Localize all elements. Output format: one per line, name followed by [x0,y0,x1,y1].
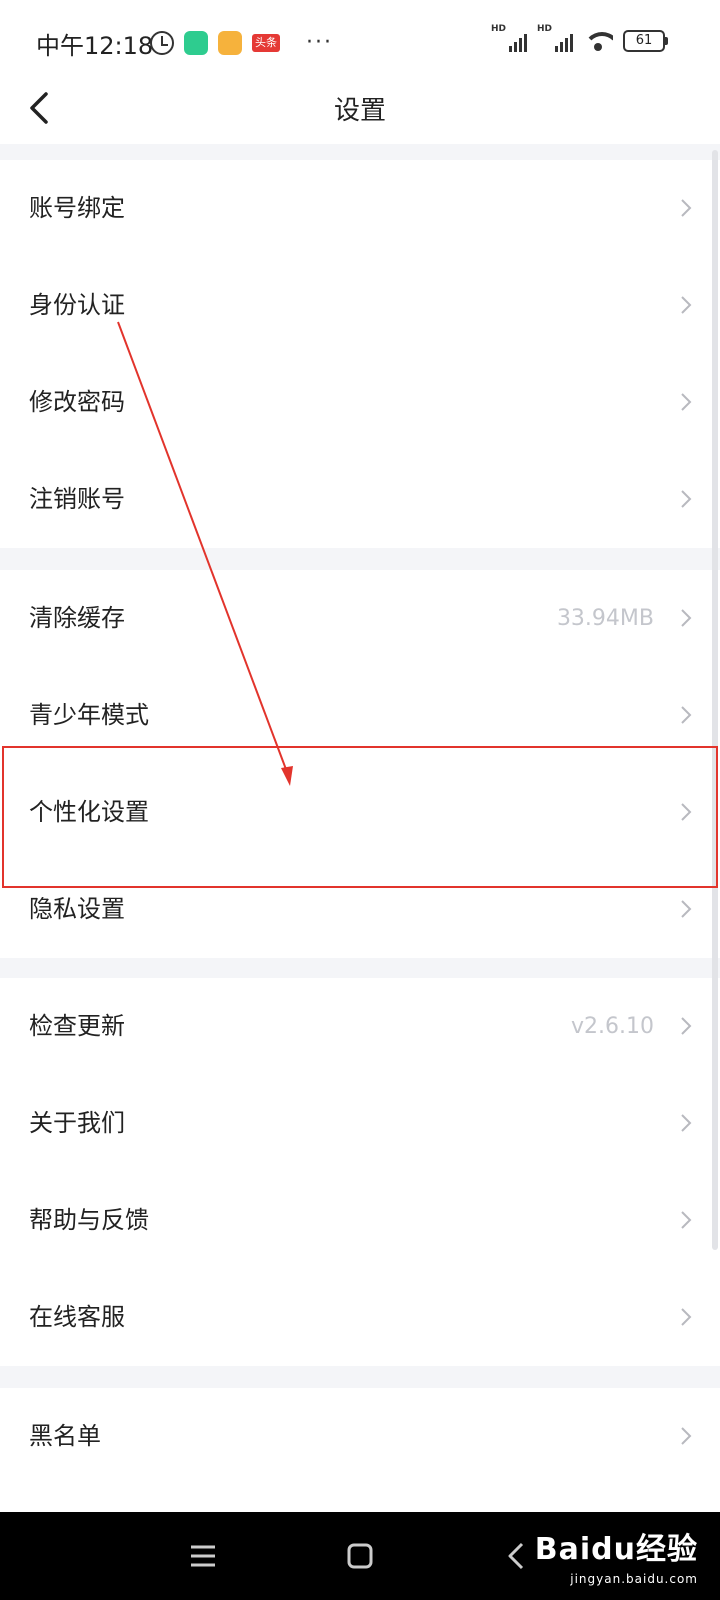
system-status-icons: HD HD 61 [491,24,668,52]
system-back-button[interactable] [494,1534,538,1578]
status-time: 中午12:18 [36,32,154,60]
watermark-url: jingyan.baidu.com [570,1572,698,1586]
battery-icon: 61 [623,30,668,52]
status-bar: 中午12:18 头条 ··· HD HD 61 [0,0,720,82]
settings-row-identity-verification[interactable]: 身份认证 [0,257,720,354]
general-section: 清除缓存 33.94MB 青少年模式 个性化设置 隐私设置 [0,570,720,958]
chevron-right-icon [680,1307,692,1327]
hd-label: HD [537,24,553,34]
settings-row-privacy[interactable]: 隐私设置 [0,861,720,958]
menu-button[interactable] [181,1534,225,1578]
scrollbar[interactable] [712,150,718,1250]
row-label: 帮助与反馈 [29,1206,149,1234]
about-section: 检查更新 v2.6.10 关于我们 帮助与反馈 在线客服 [0,978,720,1366]
page-title: 设置 [333,96,386,126]
row-label: 修改密码 [29,388,125,416]
chevron-right-icon [680,608,692,628]
chevron-right-icon [680,489,692,509]
settings-row-personalization[interactable]: 个性化设置 [0,764,720,861]
nav-bar: 设置 [0,82,720,144]
home-button[interactable] [338,1534,382,1578]
system-nav-bar: Baidu经验 jingyan.baidu.com [0,1512,720,1600]
back-triangle-icon [508,1542,524,1570]
settings-row-delete-account[interactable]: 注销账号 [0,451,720,548]
cache-size-value: 33.94MB [556,606,654,631]
notification-icons: 头条 ··· [150,30,333,55]
security-app-icon [184,30,208,55]
battery-level: 61 [623,30,665,52]
chevron-right-icon [680,802,692,822]
signal-icon: HD [537,24,573,52]
wifi-icon [583,30,613,52]
blacklist-section: 黑名单 [0,1388,720,1512]
chevron-right-icon [680,198,692,218]
row-label: 身份认证 [29,291,125,319]
row-label: 个性化设置 [29,798,149,826]
settings-row-about-us[interactable]: 关于我们 [0,1075,720,1172]
row-label: 青少年模式 [29,701,149,729]
settings-row-blacklist[interactable]: 黑名单 [0,1388,720,1485]
chevron-right-icon [680,1426,692,1446]
settings-row-clear-cache[interactable]: 清除缓存 33.94MB [0,570,720,667]
hd-label: HD [491,24,507,34]
chevron-right-icon [680,1210,692,1230]
menu-icon [191,1545,215,1567]
row-label: 黑名单 [29,1422,101,1450]
row-label: 在线客服 [29,1303,125,1331]
alarm-icon [150,30,174,55]
toutiao-app-icon: 头条 [252,33,280,52]
watermark-brand: Baidu经验 [534,1532,698,1567]
settings-row-account-binding[interactable]: 账号绑定 [0,160,720,257]
chevron-right-icon [680,295,692,315]
watermark: Baidu经验 jingyan.baidu.com [535,1524,698,1586]
chevron-right-icon [680,899,692,919]
settings-row-change-password[interactable]: 修改密码 [0,354,720,451]
settings-row-online-service[interactable]: 在线客服 [0,1269,720,1366]
version-value: v2.6.10 [571,1014,654,1039]
more-notifications-icon: ··· [306,30,333,55]
signal-icon: HD [491,24,527,52]
row-label: 注销账号 [29,485,125,513]
chevron-right-icon [680,705,692,725]
row-label: 账号绑定 [29,194,125,222]
chevron-right-icon [680,1113,692,1133]
account-section: 账号绑定 身份认证 修改密码 注销账号 [0,160,720,548]
settings-row-help-feedback[interactable]: 帮助与反馈 [0,1172,720,1269]
row-label: 清除缓存 [29,604,125,632]
chevron-right-icon [680,1016,692,1036]
message-app-icon [218,30,242,55]
chevron-right-icon [680,392,692,412]
row-label: 隐私设置 [29,895,125,923]
settings-row-check-update[interactable]: 检查更新 v2.6.10 [0,978,720,1075]
home-icon [347,1543,373,1569]
settings-row-teen-mode[interactable]: 青少年模式 [0,667,720,764]
row-label: 关于我们 [29,1109,125,1137]
row-label: 检查更新 [29,1012,125,1040]
